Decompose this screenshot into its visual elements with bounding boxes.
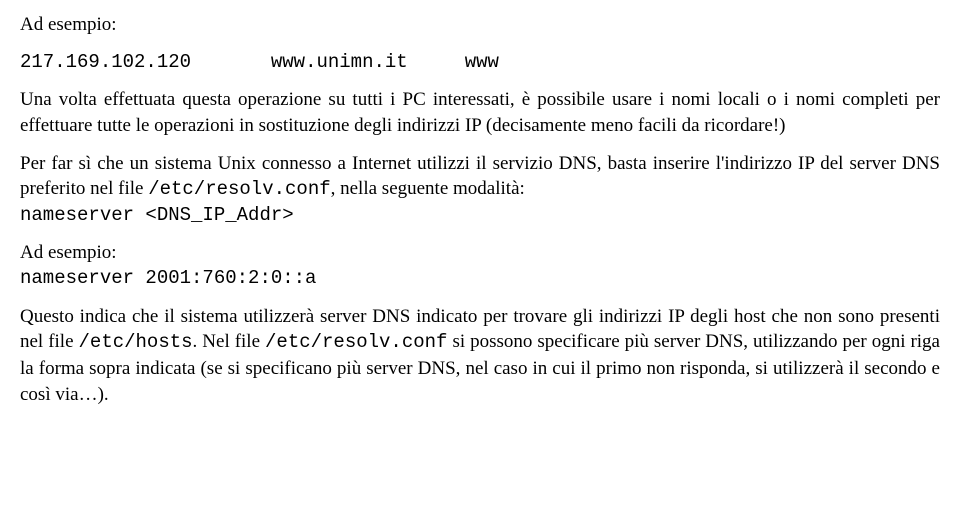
- nameserver-template-line: nameserver <DNS_IP_Addr>: [20, 203, 940, 229]
- paragraph-1: Una volta effettuata questa operazione s…: [20, 87, 940, 138]
- paragraph-2: Per far sì che un sistema Unix connesso …: [20, 151, 940, 203]
- spacer: [191, 51, 271, 73]
- hosts-entry-line: 217.169.102.120 www.unimn.it www: [20, 50, 940, 76]
- ip-address: 217.169.102.120: [20, 51, 191, 73]
- paragraph-3: Questo indica che il sistema utilizzerà …: [20, 304, 940, 408]
- para3-text-2: . Nel file: [193, 331, 265, 352]
- para3-code-2: /etc/resolv.conf: [265, 331, 447, 353]
- nameserver-example-line: nameserver 2001:760:2:0::a: [20, 266, 940, 292]
- para2-text-2: , nella seguente modalità:: [331, 178, 525, 199]
- para3-code-1: /etc/hosts: [79, 331, 193, 353]
- example-heading-2: Ad esempio:: [20, 240, 940, 266]
- para2-code-1: /etc/resolv.conf: [148, 178, 330, 200]
- example-heading-1: Ad esempio:: [20, 12, 940, 38]
- hostnames: www.unimn.it www: [271, 51, 499, 73]
